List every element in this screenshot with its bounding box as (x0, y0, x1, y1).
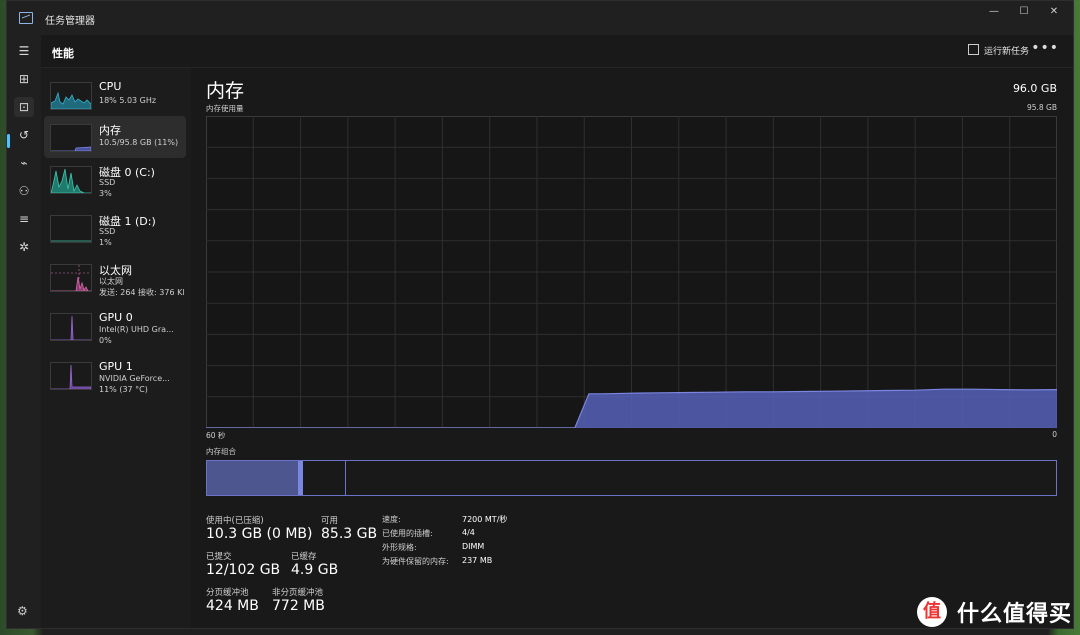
site-watermark: 值 什么值得买 (916, 595, 1072, 629)
window-title: 任务管理器 (45, 16, 95, 27)
watermark-text: 什么值得买 (956, 602, 1072, 627)
stat-committed-value: 12/102 GB (206, 562, 281, 578)
detail-form-factor-value: DIMM (462, 542, 485, 551)
sidebar-item-name: 内存 (99, 124, 121, 137)
x-axis-start-label: 60 秒 (206, 431, 226, 440)
nav-rail: ☰ ⊞ ⊡ ↺ ⌁ ⚇ ≡ ✲ ⚙ (7, 35, 41, 628)
details-icon[interactable]: ≡ (14, 209, 34, 229)
startup-icon[interactable]: ⌁ (14, 153, 34, 173)
sidebar-item-gpu-1[interactable]: GPU 1 NVIDIA GeForce... 11% (37 °C) (44, 354, 186, 396)
sidebar-item-name: GPU 0 (99, 311, 133, 324)
watermark-logo: 值 (916, 597, 947, 627)
gpu1-thumbnail-graph (50, 362, 92, 390)
stat-cached-value: 4.9 GB (291, 562, 339, 578)
detail-slots-label: 已使用的插槽: (382, 529, 433, 538)
memory-detail-panel: 内存 96.0 GB 内存使用量 95.8 GB 60 秒 0 内存组合 使用中… (191, 68, 1073, 628)
sidebar-item-name: CPU (99, 80, 122, 93)
detail-hw-reserved-label: 为硬件保留的内存: (382, 557, 449, 566)
x-axis-end-label: 0 (1052, 430, 1057, 439)
composition-standby[interactable] (303, 461, 347, 495)
stat-nonpaged-pool-label: 非分页缓冲池 (272, 588, 324, 598)
sidebar-item-disk-1[interactable]: 磁盘 1 (D:) SSD 1% (44, 207, 186, 249)
run-new-task-label: 运行新任务 (983, 47, 1029, 57)
stat-available-label: 可用 (321, 516, 339, 526)
composition-label: 内存组合 (206, 447, 236, 456)
performance-sidebar: CPU 18% 5.03 GHz 内存 10.5/95.8 GB (11%) 磁… (41, 68, 191, 628)
sidebar-item-usage: 3% (99, 189, 112, 198)
sidebar-item-memory[interactable]: 内存 10.5/95.8 GB (11%) (44, 116, 186, 158)
content-header: 性能 运行新任务 ••• (41, 35, 1073, 68)
sidebar-item-detail: Intel(R) UHD Gra... (99, 325, 174, 334)
sidebar-item-disk-0[interactable]: 磁盘 0 (C:) SSD 3% (44, 158, 186, 200)
close-button[interactable]: ✕ (1039, 5, 1069, 19)
sidebar-item-detail: NVIDIA GeForce... (99, 374, 170, 383)
processes-icon[interactable]: ⊞ (14, 69, 34, 89)
stat-in-use-value: 10.3 GB (0 MB) (206, 526, 313, 542)
sidebar-item-name: GPU 1 (99, 360, 133, 373)
run-new-task-button[interactable]: 运行新任务 (967, 44, 1029, 57)
sidebar-item-throughput: 发送: 264 接收: 376 Kl (99, 288, 185, 297)
maximize-button[interactable]: ☐ (1009, 5, 1039, 19)
disk1-thumbnail-graph (50, 215, 92, 243)
stat-committed-label: 已提交 (206, 552, 232, 562)
memory-composition-bar[interactable] (206, 460, 1057, 496)
minimize-button[interactable]: — (979, 5, 1009, 19)
sidebar-item-usage: 11% (37 °C) (99, 385, 148, 394)
page-title: 性能 (52, 47, 74, 60)
sidebar-item-usage: 1% (99, 238, 112, 247)
new-task-icon (967, 44, 979, 55)
sidebar-item-usage: 0% (99, 336, 112, 345)
sidebar-item-detail: SSD (99, 227, 116, 236)
detail-speed-label: 速度: (382, 515, 401, 524)
stat-paged-pool-value: 424 MB (206, 598, 259, 614)
nav-active-indicator (7, 134, 10, 148)
detail-hw-reserved-value: 237 MB (462, 556, 493, 565)
cpu-thumbnail-graph (50, 82, 92, 110)
settings-gear-icon[interactable]: ⚙ (17, 604, 28, 618)
sidebar-item-detail: 10.5/95.8 GB (11%) (99, 138, 179, 147)
sidebar-item-ethernet[interactable]: 以太网 以太网 发送: 264 接收: 376 Kl (44, 256, 186, 298)
sidebar-item-gpu-0[interactable]: GPU 0 Intel(R) UHD Gra... 0% (44, 305, 186, 347)
ethernet-thumbnail-graph (50, 264, 92, 292)
stat-paged-pool-label: 分页缓冲池 (206, 588, 249, 598)
sidebar-item-detail: SSD (99, 178, 116, 187)
performance-icon[interactable]: ⊡ (14, 97, 34, 117)
task-manager-window: 任务管理器 — ☐ ✕ ☰ ⊞ ⊡ ↺ ⌁ ⚇ ≡ ✲ ⚙ 性能 运行新任务 •… (6, 0, 1074, 629)
resource-title: 内存 (206, 80, 245, 102)
disk0-thumbnail-graph (50, 166, 92, 194)
stat-cached-label: 已缓存 (291, 552, 317, 562)
history-icon[interactable]: ↺ (14, 125, 34, 145)
memory-thumbnail-graph (50, 124, 92, 152)
composition-in-use[interactable] (207, 461, 299, 495)
detail-speed-value: 7200 MT/秒 (462, 515, 508, 524)
graph-label: 内存使用量 (206, 104, 244, 113)
task-manager-icon (19, 12, 33, 24)
sidebar-item-detail: 以太网 (99, 277, 123, 286)
hamburger-icon[interactable]: ☰ (14, 41, 34, 61)
sidebar-item-cpu[interactable]: CPU 18% 5.03 GHz (44, 74, 186, 116)
gpu0-thumbnail-graph (50, 313, 92, 341)
detail-slots-value: 4/4 (462, 528, 475, 537)
services-icon[interactable]: ✲ (14, 237, 34, 257)
composition-free[interactable] (346, 461, 1056, 495)
more-options-button[interactable]: ••• (1031, 40, 1059, 56)
stat-available-value: 85.3 GB (321, 526, 378, 542)
stat-nonpaged-pool-value: 772 MB (272, 598, 325, 614)
users-icon[interactable]: ⚇ (14, 181, 34, 201)
graph-max-value: 95.8 GB (1026, 103, 1057, 112)
title-bar[interactable]: 任务管理器 — ☐ ✕ (7, 1, 1073, 35)
total-memory: 96.0 GB (1012, 82, 1057, 95)
content-area: 性能 运行新任务 ••• CPU 18% 5.03 GHz 内存 10.5/95… (41, 35, 1073, 628)
detail-form-factor-label: 外形规格: (382, 543, 417, 552)
stat-in-use-label: 使用中(已压缩) (206, 516, 264, 526)
memory-usage-chart (206, 116, 1057, 428)
sidebar-item-detail: 18% 5.03 GHz (99, 96, 157, 105)
